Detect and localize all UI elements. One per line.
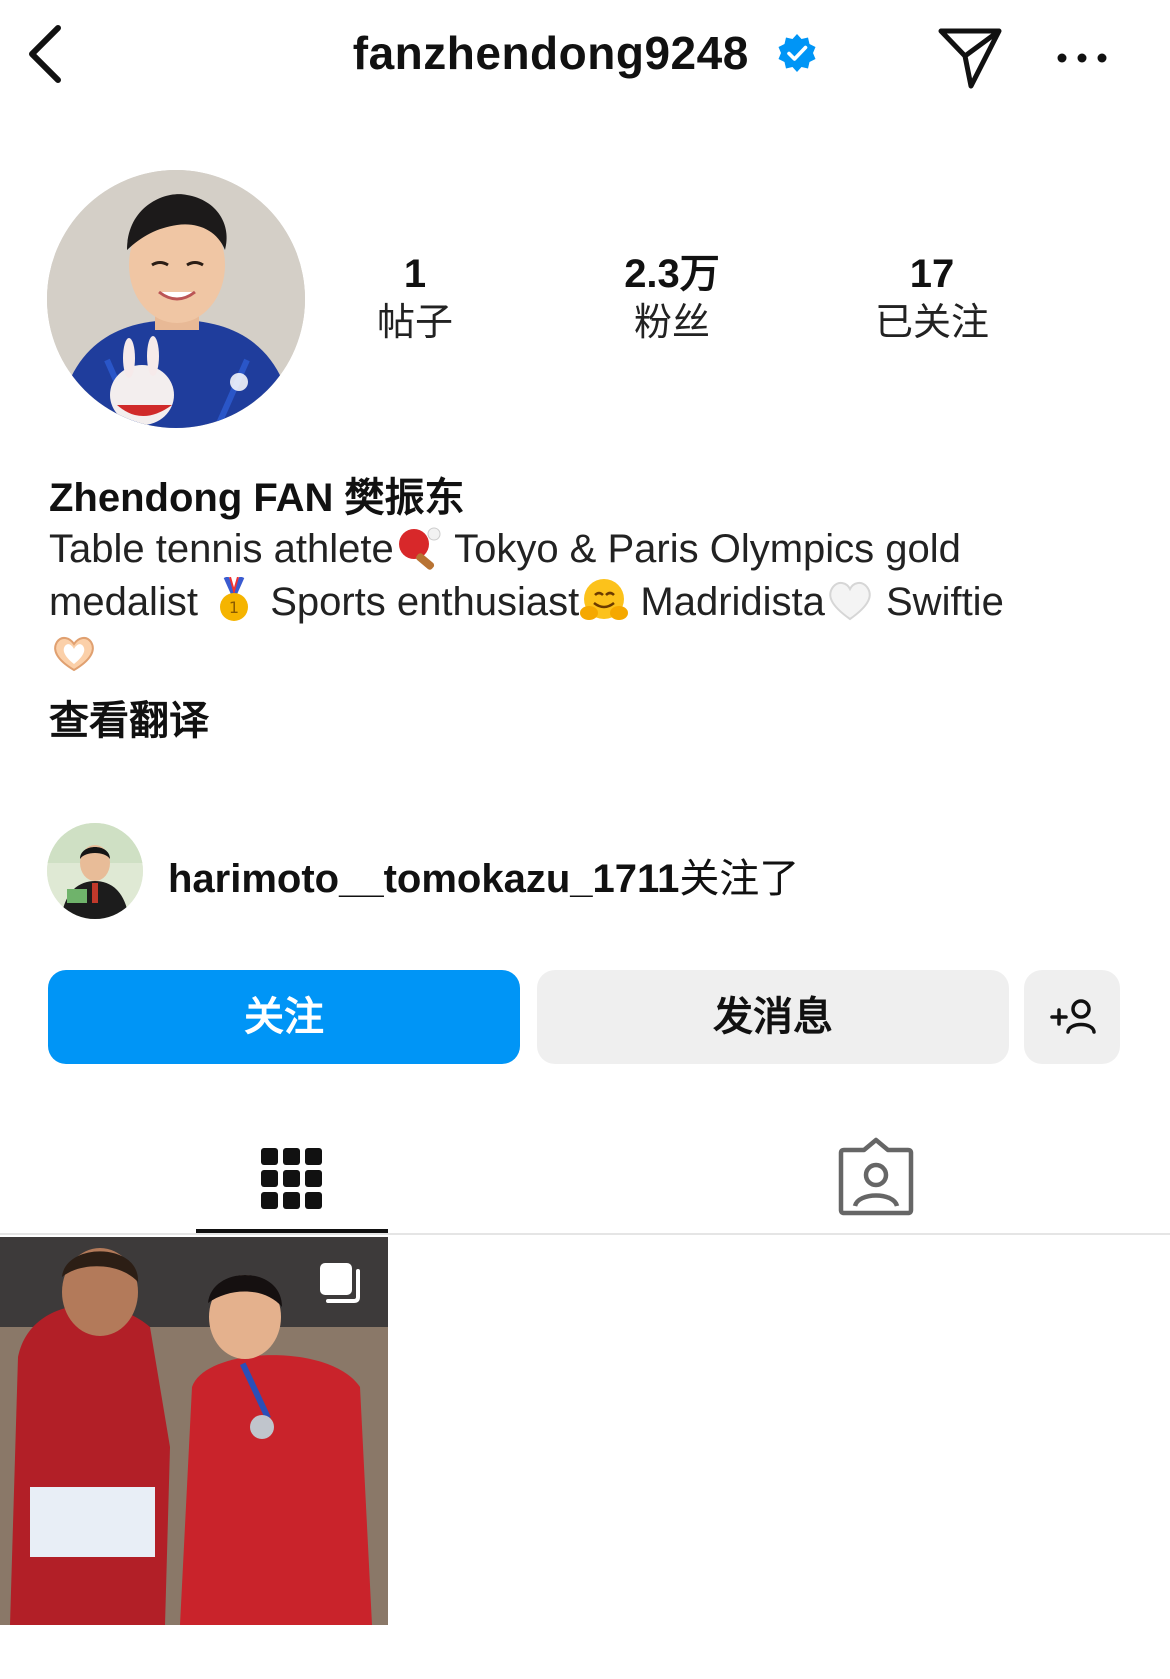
posts-count-stat[interactable]: 1 帖子 [305,250,525,348]
post-thumbnail[interactable] [0,1237,388,1625]
send-message-icon[interactable] [935,22,1005,92]
hugging-face-icon [580,579,629,620]
bio-part: Madridista [629,580,825,624]
followers-count-stat[interactable]: 2.3万 粉丝 [562,250,782,348]
followed-by-text[interactable]: harimoto__tomokazu_1711关注了 [168,846,799,904]
heart-hands-icon [54,636,94,672]
mutual-follower-username: harimoto__tomokazu_1711 [168,857,680,901]
posts-count: 1 [403,252,427,296]
mutual-follower-photo [47,823,143,919]
following-label: 已关注 [874,302,989,344]
see-translation-link[interactable]: 查看翻译 [49,688,209,746]
mutual-follower-avatar[interactable] [47,823,143,919]
follow-button[interactable]: 关注 [48,970,520,1064]
followers-label: 粉丝 [633,302,710,344]
bio-part: Sports enthusiast [259,580,580,624]
followers-count: 2.3万 [624,252,720,296]
bio-text: Table tennis athlete Tokyo & Paris Olymp… [49,523,1129,682]
bio-part: Table tennis athlete [49,527,394,571]
grid-icon [261,1148,322,1209]
followed-by-suffix: 关注了 [679,857,800,901]
more-options-icon[interactable] [1055,38,1109,78]
ping-pong-icon [398,527,441,570]
add-person-icon [1050,999,1096,1034]
bio-part: Tokyo & Paris Olympics gold [443,527,961,571]
tab-tagged[interactable] [780,1120,972,1234]
tagged-icon [838,1137,914,1216]
white-heart-icon [829,581,871,621]
username-title: fanzhendong9248 [352,27,749,79]
display-name: Zhendong FAN 樊振东 [49,476,465,520]
message-button[interactable]: 发消息 [537,970,1009,1064]
bio-part: Swiftie [874,580,1004,624]
posts-label: 帖子 [376,302,453,344]
suggest-accounts-button[interactable] [1024,970,1120,1064]
verified-badge-icon [778,34,816,72]
carousel-icon [320,1263,360,1303]
following-count-stat[interactable]: 17 已关注 [822,250,1042,348]
avatar-photo [47,170,305,428]
bio-part: medalist [49,580,198,624]
tab-posts-grid[interactable] [196,1120,388,1234]
svg-text:1: 1 [229,598,239,617]
profile-avatar[interactable] [47,170,305,428]
tabs-divider [0,1233,1170,1235]
gold-medal-icon: 1 [220,577,249,621]
following-count: 17 [909,252,955,296]
top-nav-bar: fanzhendong9248 [0,0,1170,120]
